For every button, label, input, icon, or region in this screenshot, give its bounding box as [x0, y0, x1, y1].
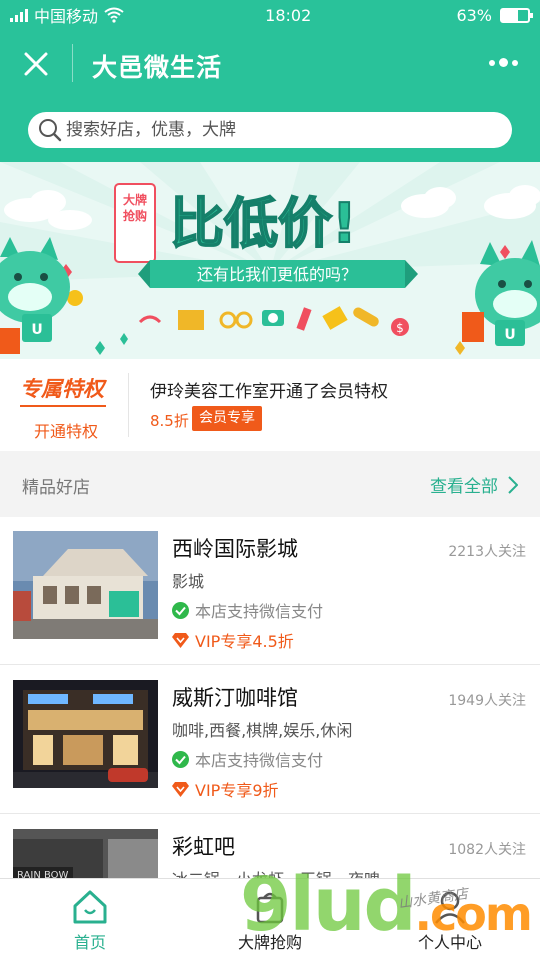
shop-followers: 1082人关注 [448, 842, 526, 858]
section-title: 精品好店 [22, 478, 90, 498]
shop-followers: 2213人关注 [448, 544, 526, 560]
shop-vip: VIP专享9折 [172, 777, 279, 801]
payment-label: 本店支持微信支付 [195, 751, 324, 770]
view-all-label: 查看全部 [430, 477, 498, 497]
watermark-text: 9lud [240, 862, 417, 948]
banner-tag-line1: 大牌 [123, 192, 147, 207]
shop-list-item[interactable]: 威斯汀咖啡馆 1949人关注 咖啡,西餐,棋牌,娱乐,休闲 本店支持微信支付 V… [0, 666, 540, 814]
diamond-icon [172, 632, 189, 648]
battery-percent: 63% [456, 5, 492, 25]
status-bar: 中国移动 18:02 63% [0, 0, 540, 30]
svg-text:U: U [31, 322, 42, 338]
svg-text:$: $ [396, 321, 404, 335]
banner-headline: 比低价! [170, 192, 357, 255]
carrier-label: 中国移动 [34, 7, 99, 26]
search-icon [39, 119, 62, 142]
banner-tag-line2: 抢购 [123, 208, 147, 223]
tab-home-label: 首页 [73, 933, 106, 952]
nav-header: 大邑微生活 [0, 30, 540, 100]
diamond-icon [172, 781, 189, 797]
battery-icon [500, 7, 533, 23]
shop-category: 咖啡,西餐,棋牌,娱乐,休闲 [172, 721, 353, 740]
banner-graphic: 大牌 抢购 比低价! 还有比我们更低的吗？ $ U U [0, 162, 540, 355]
open-privilege-link[interactable]: 开通特权 [34, 418, 98, 442]
shop-payment: 本店支持微信支付 [172, 598, 323, 622]
shop-name: 西岭国际影城 [172, 537, 298, 561]
shop-name: 彩虹吧 [172, 835, 235, 859]
more-options-icon[interactable] [489, 58, 518, 67]
shop-vip: VIP专享4.5折 [172, 628, 294, 652]
vip-label: VIP专享4.5折 [195, 632, 294, 651]
tab-home[interactable]: 首页 [30, 887, 150, 953]
vip-label: VIP专享9折 [195, 781, 279, 800]
view-all-link[interactable]: 查看全部 [430, 472, 518, 497]
search-box[interactable] [28, 112, 512, 148]
section-header: 精品好店 查看全部 [0, 451, 540, 517]
shop-category: 影城 [172, 572, 205, 591]
privilege-strip[interactable]: 专属特权 开通特权 伊玲美容工作室开通了会员特权 8.5折 会员专享 [0, 359, 540, 451]
svg-text:U: U [504, 327, 515, 343]
home-icon [73, 890, 107, 924]
watermark-logo: 9lud.com [240, 868, 533, 942]
shop-name: 威斯汀咖啡馆 [172, 686, 298, 710]
shop-payment: 本店支持微信支付 [172, 747, 323, 771]
promo-banner[interactable]: 大牌 抢购 比低价! 还有比我们更低的吗？ $ U U [0, 162, 540, 359]
wechat-pay-icon [172, 750, 189, 768]
member-badge: 会员专享 [192, 406, 262, 431]
privilege-message: 伊玲美容工作室开通了会员特权 [150, 382, 388, 402]
wechat-pay-icon [172, 601, 189, 619]
privilege-underline [20, 405, 106, 407]
shop-thumbnail [13, 531, 158, 639]
payment-label: 本店支持微信支付 [195, 602, 324, 621]
page-title: 大邑微生活 [92, 53, 223, 82]
banner-products: $ [67, 290, 409, 336]
app-screen: 中国移动 18:02 63% 大邑微生活 搜索好店，优惠，大牌 大牌 抢购 比低… [0, 0, 540, 960]
clock: 18:02 [265, 5, 312, 25]
privilege-discount: 8.5折 [150, 412, 189, 430]
search-area [0, 100, 540, 162]
signal-icon [10, 8, 28, 22]
close-icon[interactable] [22, 50, 50, 78]
privilege-divider [128, 373, 129, 437]
shop-followers: 1949人关注 [448, 693, 526, 709]
banner-subline: 还有比我们更低的吗？ [197, 265, 357, 284]
header-divider [72, 44, 73, 82]
search-input[interactable] [66, 120, 486, 140]
privilege-title: 专属特权 [20, 377, 104, 401]
shop-list-item[interactable]: 西岭国际影城 2213人关注 影城 本店支持微信支付 VIP专享4.5折 [0, 517, 540, 665]
chevron-right-icon [508, 475, 518, 494]
shop-thumbnail [13, 680, 158, 788]
